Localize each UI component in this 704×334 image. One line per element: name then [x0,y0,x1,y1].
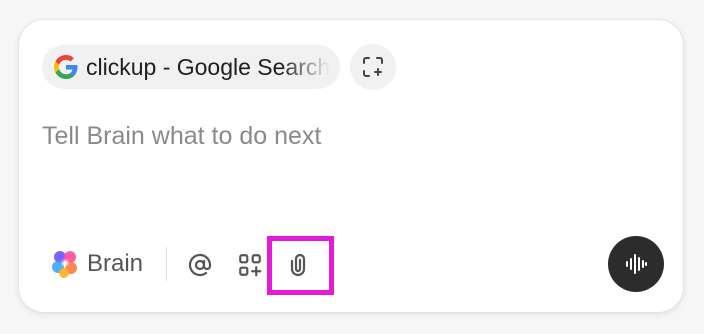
at-sign-icon [188,253,212,277]
brain-composer-card: clickup - Google Search Tell Brain what … [18,19,684,313]
apps-grid-icon [239,254,262,277]
brain-model-button[interactable]: Brain [49,248,143,280]
context-tab-chip[interactable]: clickup - Google Search [42,45,340,89]
brain-label: Brain [87,250,144,277]
context-tab-label: clickup - Google Search [86,53,331,80]
attach-highlight-box [267,236,334,295]
apps-button[interactable] [232,247,268,283]
voice-waveform-icon [626,254,647,274]
mention-button[interactable] [182,247,218,283]
add-screenshot-button[interactable] [350,44,396,90]
composer-toolbar: Brain [19,234,683,295]
prompt-input[interactable]: Tell Brain what to do next [42,122,321,151]
voice-input-button[interactable] [608,236,664,292]
toolbar-divider [166,247,167,281]
brain-logo-icon [52,251,77,278]
screenshot-plus-icon [363,57,383,77]
google-g-icon [54,55,78,79]
